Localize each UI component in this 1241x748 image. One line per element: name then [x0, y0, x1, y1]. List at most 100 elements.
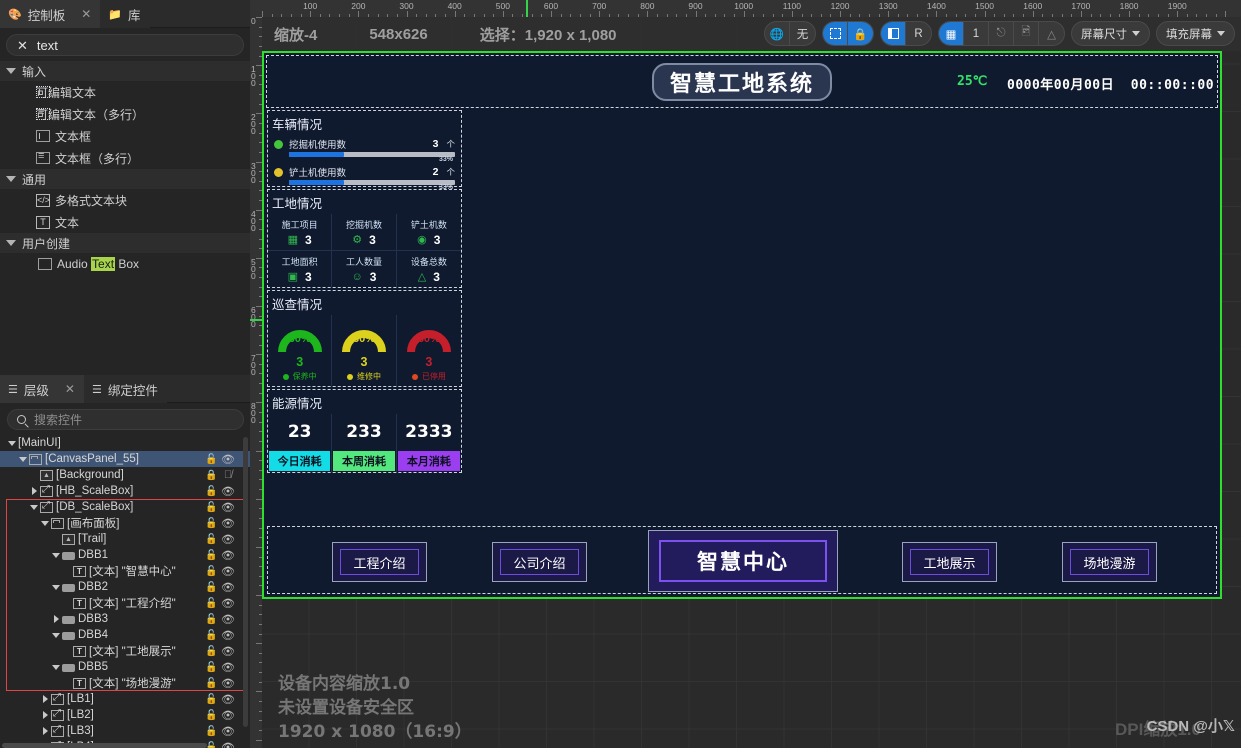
- eye-icon[interactable]: 👁: [220, 501, 236, 514]
- eye-icon[interactable]: 👁: [220, 517, 236, 530]
- palette-group-common[interactable]: 通用: [0, 169, 250, 189]
- site-card[interactable]: 工地情况 施工项目 ▦ 3 挖掘机数 ⚙ 3 铲土机数 ◉ 3 工地面积 ▣ 3…: [267, 189, 462, 288]
- ui-preview[interactable]: 智慧工地系统 25℃ 0000年00月00日 00::00::00 车辆情况 挖…: [262, 51, 1222, 599]
- eye-icon[interactable]: 👁: [220, 693, 236, 706]
- eye-icon[interactable]: 👁: [220, 629, 236, 642]
- nav-button-company-intro[interactable]: 公司介绍: [492, 542, 587, 582]
- unlock-icon[interactable]: 🔓: [205, 534, 218, 545]
- unlock-icon[interactable]: 🔓: [205, 598, 218, 609]
- chevron-down-icon[interactable]: [52, 584, 60, 590]
- fill-screen-select[interactable]: 填充屏幕: [1156, 21, 1235, 46]
- chevron-down-icon[interactable]: [52, 664, 60, 670]
- nav-button-smart-center[interactable]: 智慧中心: [648, 530, 838, 592]
- screen-size-select[interactable]: 屏幕尺寸: [1071, 21, 1150, 46]
- energy-card[interactable]: 能源情况 23 今日消耗 233 本周消耗 2333 本月消耗: [267, 389, 462, 473]
- lock-icon[interactable]: 🔒: [848, 22, 873, 45]
- eye-icon[interactable]: 👁: [220, 613, 236, 626]
- hierarchy-row[interactable]: [MainUI]: [0, 435, 250, 451]
- unlock-icon[interactable]: 🔓: [205, 582, 218, 593]
- unlock-icon[interactable]: 🔓: [205, 694, 218, 705]
- tab-control-panel[interactable]: 🎨 控制板 ✕: [0, 0, 101, 28]
- tab-hierarchy[interactable]: ☰ 层级 ✕: [0, 375, 84, 403]
- palette-item-richtext[interactable]: </> 多格式文本块: [0, 189, 250, 211]
- eye-icon[interactable]: 👁: [220, 549, 236, 562]
- unlock-icon[interactable]: 🔓: [205, 630, 218, 641]
- mirror-icon[interactable]: △: [1039, 22, 1064, 45]
- unlock-icon[interactable]: 🔓: [205, 566, 218, 577]
- hierarchy-row[interactable]: T [文本] "工程介绍" 🔓 👁: [0, 595, 250, 611]
- hierarchy-row[interactable]: T [文本] "场地漫游" 🔓 👁: [0, 675, 250, 691]
- eye-icon[interactable]: 👁: [220, 677, 236, 690]
- eye-icon[interactable]: 👁: [220, 597, 236, 610]
- hierarchy-row[interactable]: T [文本] "智慧中心" 🔓 👁: [0, 563, 250, 579]
- chevron-right-icon[interactable]: [42, 727, 48, 735]
- chevron-down-icon[interactable]: [30, 504, 38, 510]
- close-icon[interactable]: ✕: [65, 382, 75, 396]
- chevron-down-icon[interactable]: [52, 632, 60, 638]
- hierarchy-row[interactable]: DBB3 🔓 👁: [0, 611, 250, 627]
- chevron-right-icon[interactable]: [42, 711, 48, 719]
- hierarchy-row[interactable]: T [文本] "工地展示" 🔓 👁: [0, 643, 250, 659]
- horizontal-scrollbar[interactable]: [2, 743, 207, 748]
- unlock-icon[interactable]: 🔓: [205, 646, 218, 657]
- hierarchy-row[interactable]: [CanvasPanel_55] 🔓 👁: [0, 451, 250, 467]
- palette-item-audio-text-box[interactable]: Audio Text Box: [0, 253, 250, 275]
- anchor-icon[interactable]: [881, 22, 906, 45]
- unlock-icon[interactable]: 🔓: [205, 662, 218, 673]
- eye-icon[interactable]: 👁: [220, 709, 236, 722]
- eye-icon[interactable]: 👁: [220, 661, 236, 674]
- eye-icon[interactable]: 👁: [220, 485, 236, 498]
- image-icon[interactable]: 🖻: [1014, 22, 1039, 45]
- hierarchy-row[interactable]: [DB_ScaleBox] 🔓👁: [0, 499, 250, 515]
- chevron-down-icon[interactable]: [41, 520, 49, 526]
- hierarchy-row[interactable]: DBB5 🔓 👁: [0, 659, 250, 675]
- preview-header[interactable]: 智慧工地系统 25℃ 0000年00月00日 00::00::00: [266, 55, 1218, 108]
- chevron-down-icon[interactable]: [52, 552, 60, 558]
- chevron-right-icon[interactable]: [53, 615, 59, 623]
- chevron-down-icon[interactable]: [8, 440, 16, 446]
- unlock-icon[interactable]: 🔓: [205, 518, 218, 529]
- eye-icon[interactable]: 👁: [220, 565, 236, 578]
- palette-item-text[interactable]: T 文本: [0, 211, 250, 233]
- hierarchy-row[interactable]: [Trail] 🔓👁: [0, 531, 250, 547]
- search-input[interactable]: ✕ text: [6, 34, 244, 56]
- vertical-ruler[interactable]: 0100200300400500600700800: [250, 17, 262, 748]
- eye-icon[interactable]: 👁: [220, 533, 236, 546]
- palette-item-editable-text-multiline[interactable]: 可编辑文本（多行）: [0, 103, 250, 125]
- hierarchy-row[interactable]: [LB2] 🔓👁: [0, 707, 250, 723]
- chevron-right-icon[interactable]: [42, 695, 48, 703]
- eye-icon[interactable]: 👁: [220, 645, 236, 658]
- grid-size-value[interactable]: 1: [964, 22, 989, 45]
- vertical-scrollbar[interactable]: [243, 437, 248, 727]
- palette-item-textbox[interactable]: 文本框: [0, 125, 250, 147]
- unlock-icon[interactable]: 🔓: [205, 454, 218, 465]
- hierarchy-row[interactable]: [LB1] 🔓👁: [0, 691, 250, 707]
- globe-icon[interactable]: 🌐: [765, 22, 790, 45]
- nav-button-site-showcase[interactable]: 工地展示: [902, 542, 997, 582]
- hierarchy-row[interactable]: [Background] 🔒👁̸: [0, 467, 250, 483]
- eye-icon[interactable]: 👁: [220, 741, 236, 748]
- chevron-right-icon[interactable]: [31, 487, 37, 495]
- palette-group-user-created[interactable]: 用户创建: [0, 233, 250, 253]
- unlock-icon[interactable]: 🔓: [205, 614, 218, 625]
- tab-bound-widgets[interactable]: ☰ 绑定控件: [83, 375, 167, 403]
- platform-none-button[interactable]: 无: [790, 22, 815, 45]
- nav-button-project-intro[interactable]: 工程介绍: [332, 542, 427, 582]
- close-icon[interactable]: ✕: [81, 7, 91, 21]
- hierarchy-row[interactable]: [画布面板] 🔓 👁: [0, 515, 250, 531]
- unlock-icon[interactable]: 🔓: [205, 486, 218, 497]
- chevron-down-icon[interactable]: [19, 456, 27, 462]
- grid-icon[interactable]: ▦: [939, 22, 964, 45]
- hierarchy-row[interactable]: [HB_ScaleBox] 🔓👁: [0, 483, 250, 499]
- nav-button-site-roaming[interactable]: 场地漫游: [1062, 542, 1157, 582]
- marquee-icon[interactable]: [823, 22, 848, 45]
- palette-item-editable-text[interactable]: 可编辑文本: [0, 81, 250, 103]
- eye-icon[interactable]: 👁: [220, 725, 236, 738]
- vehicle-card[interactable]: 车辆情况 挖掘机使用数 3 个 33% 铲土机使用数 2 个 33%: [267, 110, 462, 191]
- unlock-icon[interactable]: 🔓: [205, 710, 218, 721]
- unlock-icon[interactable]: 🔓: [205, 550, 218, 561]
- design-canvas[interactable]: 缩放-4 548x626 选择：1,920 x 1,080 🌐 无 🔒 R ▦ …: [262, 17, 1241, 748]
- unlock-icon[interactable]: 🔓: [205, 726, 218, 737]
- unlock-icon[interactable]: 🔓: [205, 678, 218, 689]
- hierarchy-tree[interactable]: [MainUI][CanvasPanel_55]🔓👁[Background]🔒👁…: [0, 435, 250, 748]
